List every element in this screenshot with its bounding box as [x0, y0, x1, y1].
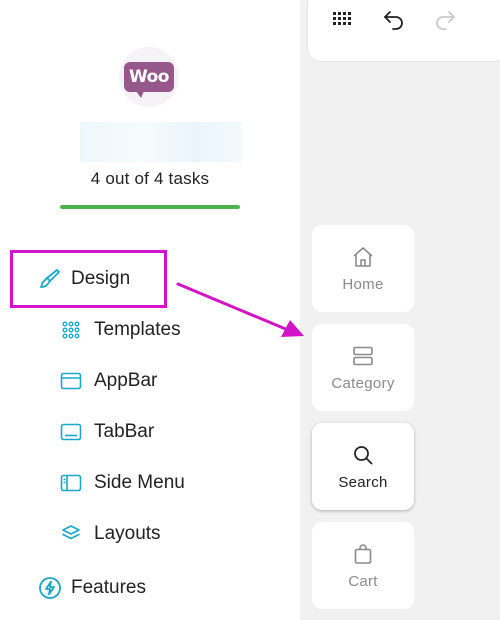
- category-icon: [350, 343, 376, 369]
- search-icon: [350, 442, 376, 468]
- grid-dots-icon: [60, 319, 82, 341]
- nav-item-layouts-label: Layouts: [94, 523, 161, 544]
- tab-category-label: Category: [331, 375, 395, 392]
- cart-icon: [350, 541, 376, 567]
- grid-icon[interactable]: [329, 6, 355, 32]
- preview-toolbar: [307, 0, 500, 62]
- layers-icon: [60, 523, 82, 545]
- store-name-placeholder: [80, 122, 242, 162]
- nav-item-features[interactable]: Features: [38, 576, 146, 600]
- tab-home-label: Home: [342, 276, 384, 293]
- tabbar-icon: [60, 421, 82, 443]
- tab-search[interactable]: Search: [312, 423, 414, 510]
- nav-item-tabbar-label: TabBar: [94, 421, 155, 442]
- window-icon: [60, 370, 82, 392]
- tab-cart-label: Cart: [348, 573, 378, 590]
- tab-cart[interactable]: Cart: [312, 522, 414, 609]
- tab-search-label: Search: [338, 474, 388, 491]
- home-icon: [350, 244, 376, 270]
- nav-item-side-menu-label: Side Menu: [94, 472, 185, 493]
- sidebar: Woo 4 out of 4 tasks Design Templates Ap…: [0, 0, 300, 620]
- nav-item-layouts[interactable]: Layouts: [60, 523, 161, 545]
- tab-home[interactable]: Home: [312, 225, 414, 312]
- nav-item-templates[interactable]: Templates: [60, 319, 181, 341]
- undo-icon[interactable]: [381, 6, 407, 32]
- redo-icon[interactable]: [432, 6, 458, 32]
- design-highlight-box: [10, 250, 167, 308]
- nav-item-templates-label: Templates: [94, 319, 181, 340]
- tab-category[interactable]: Category: [312, 324, 414, 411]
- nav-item-side-menu[interactable]: Side Menu: [60, 472, 185, 494]
- nav-item-features-label: Features: [71, 577, 146, 598]
- side-menu-icon: [60, 472, 82, 494]
- progress-fill: [60, 205, 240, 209]
- progress-bar: [60, 205, 240, 209]
- nav-item-tabbar[interactable]: TabBar: [60, 421, 154, 443]
- nav-item-appbar[interactable]: AppBar: [60, 370, 157, 392]
- lightning-icon: [38, 576, 62, 600]
- progress-label: 4 out of 4 tasks: [90, 169, 210, 188]
- store-logo: Woo: [119, 47, 179, 107]
- nav-item-appbar-label: AppBar: [94, 370, 158, 391]
- woo-logo: Woo: [124, 62, 174, 98]
